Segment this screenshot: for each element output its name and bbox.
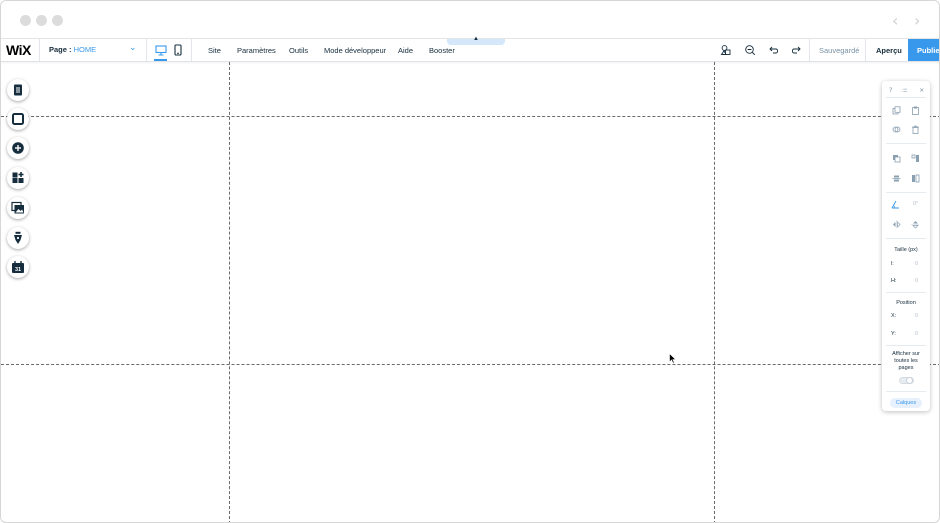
mouse-cursor-icon [669,353,677,364]
browser-window: ‹ › WiX Page : HOME ⌄ Site Paramètres Ou… [0,0,940,523]
apps-button[interactable] [7,167,29,189]
copy-icon[interactable] [892,106,901,115]
paste-icon[interactable] [911,106,920,115]
height-input[interactable]: 0 [915,278,918,284]
rotation-value[interactable]: 0° [913,201,918,207]
header-guide-line [1,116,939,117]
flip-vertical-icon[interactable] [911,220,920,229]
bookings-button[interactable]: 31 [7,256,29,278]
browser-chrome: ‹ › [1,1,939,39]
chevron-up-icon: ▲ [473,36,479,42]
divider [146,39,147,61]
window-minimize-dot[interactable] [36,15,47,26]
media-icon [11,201,24,214]
y-input[interactable]: 0 [915,331,918,337]
panel-divider [886,97,926,98]
preview-button[interactable]: Aperçu [876,46,902,55]
desktop-active-indicator [154,59,167,61]
saved-status: Sauvegardé [819,46,860,55]
bookings-badge: 31 [15,267,21,273]
shapes-icon[interactable] [720,44,732,56]
arrange-icon[interactable] [892,154,901,163]
background-icon [12,113,24,125]
desktop-icon[interactable] [155,43,167,57]
x-key: X: [891,313,897,319]
blog-button[interactable] [7,227,29,249]
apps-icon [12,172,24,183]
panel-divider [886,292,926,293]
bookings-icon: 31 [12,261,24,273]
right-gridline [714,62,715,522]
page-selector-label: Page : [49,45,72,54]
drag-handle-icon[interactable]: :::: [902,86,908,94]
flip-horizontal-icon[interactable] [892,220,901,229]
pages-button[interactable] [7,79,29,101]
menu-site[interactable]: Site [208,46,221,55]
background-button[interactable] [7,108,29,130]
footer-guide-line [1,364,939,365]
media-button[interactable] [7,197,29,219]
menu-booster[interactable]: Booster [429,46,455,55]
panel-divider [886,345,926,346]
zoom-out-icon[interactable] [744,44,756,56]
add-button[interactable] [7,137,29,159]
divider [809,39,810,61]
panel-divider [886,238,926,239]
match-size-icon[interactable] [911,174,920,183]
wix-logo: WiX [6,42,31,58]
divider [191,39,192,61]
y-key: Y: [891,331,896,337]
menu-tools[interactable]: Outils [289,46,308,55]
blog-icon [14,231,22,244]
top-drawer-handle[interactable]: ▲ [447,36,505,45]
duplicate-icon[interactable] [892,125,901,134]
distribute-icon[interactable] [892,174,901,183]
divider [865,39,866,61]
back-arrow-icon[interactable]: ‹ [892,11,898,30]
height-key: H: [891,278,897,284]
undo-icon[interactable] [767,44,779,56]
size-title: Taille (px) [894,247,918,253]
layers-button[interactable]: Calques [890,398,922,408]
window-maximize-dot[interactable] [52,15,63,26]
menu-settings[interactable]: Paramètres [237,46,276,55]
panel-divider [886,192,926,193]
pages-icon [14,84,22,96]
menu-dev-mode[interactable]: Mode développeur [324,46,386,55]
width-input[interactable]: 0 [915,261,918,267]
show-all-pages-toggle[interactable] [899,377,914,384]
page-selector[interactable]: Page : HOME [49,45,96,54]
help-icon[interactable]: ? [889,86,892,94]
left-gridline [229,62,230,522]
width-key: l: [891,261,894,267]
close-icon[interactable]: × [919,86,924,94]
divider [39,39,40,61]
panel-divider [886,391,926,392]
mobile-icon[interactable] [172,43,184,57]
align-icon[interactable] [911,154,920,163]
menu-help[interactable]: Aide [398,46,413,55]
page-selector-value: HOME [73,45,97,54]
editor-canvas[interactable] [1,62,939,522]
properties-panel: ? :::: × 0° Taille (px) l: 0 H: 0 Positi… [882,81,930,411]
redo-icon[interactable] [791,44,803,56]
rotate-icon[interactable] [891,200,900,209]
toggle-knob [906,377,913,384]
position-title: Position [896,300,916,306]
panel-divider [886,143,926,144]
forward-arrow-icon[interactable]: › [914,11,920,30]
add-icon [12,142,24,154]
x-input[interactable]: 0 [915,313,918,319]
chevron-down-icon[interactable]: ⌄ [129,43,137,53]
publish-button[interactable]: Publier [908,39,939,61]
window-close-dot[interactable] [20,15,31,26]
trash-icon[interactable] [911,125,920,134]
show-all-pages-label: Afficher sur toutes les pages [892,351,920,371]
